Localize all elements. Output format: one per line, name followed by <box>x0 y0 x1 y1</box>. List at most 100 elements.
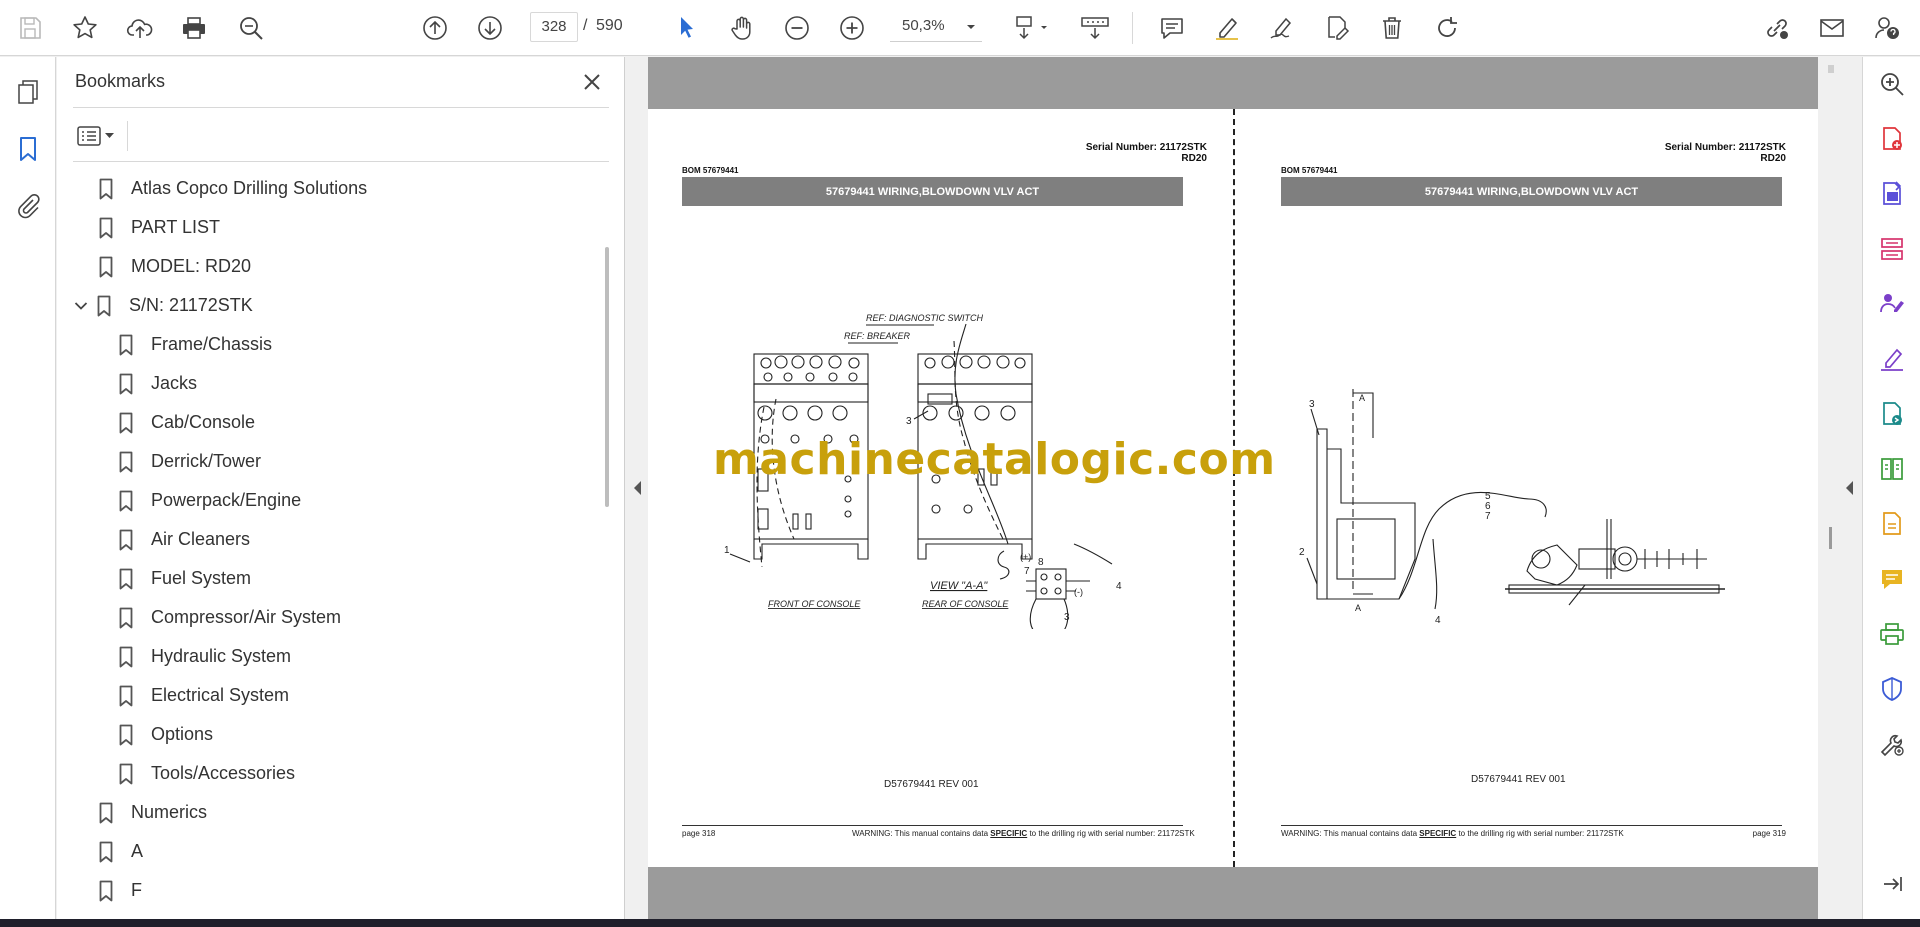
section-title-bar: 57679441 WIRING,BLOWDOWN VLV ACT <box>682 177 1183 206</box>
export-pdf-icon[interactable] <box>1875 177 1909 211</box>
share-link-icon[interactable] <box>1757 8 1797 48</box>
next-page-icon[interactable] <box>470 8 510 48</box>
organize-pages-icon[interactable] <box>1875 232 1909 266</box>
bookmark-item[interactable]: Cab/Console <box>115 403 255 442</box>
bookmark-label: Numerics <box>131 802 208 822</box>
document-viewport[interactable]: Serial Number: 21172STK RD20 BOM 5767944… <box>648 57 1818 919</box>
bookmark-label: Options <box>151 724 214 744</box>
bookmark-label: Fuel System <box>151 568 252 588</box>
create-pdf-icon[interactable] <box>1875 122 1909 156</box>
page-gap-bottom <box>648 867 1818 919</box>
watermark-text: machinecatalogic.com <box>713 434 1276 485</box>
bookmark-icon <box>115 449 137 475</box>
bookmark-icon <box>95 839 117 865</box>
model-label: RD20 <box>1181 153 1207 164</box>
highlight-icon[interactable] <box>1207 8 1247 48</box>
comment-icon[interactable] <box>1152 8 1192 48</box>
hand-tool-icon[interactable] <box>722 8 762 48</box>
bookmark-item[interactable]: Jacks <box>115 364 197 403</box>
page-thumbnails-icon[interactable] <box>8 72 48 112</box>
callout-7: 7 <box>1485 511 1491 522</box>
previous-page-icon[interactable] <box>415 8 455 48</box>
tools-rail <box>1862 57 1920 919</box>
scroll-mode-icon[interactable] <box>1072 8 1118 48</box>
zoom-out-icon[interactable] <box>777 8 817 48</box>
more-tools-icon[interactable] <box>1875 727 1909 761</box>
upload-cloud-icon[interactable] <box>120 8 160 48</box>
bookmark-label: Hydraulic System <box>151 646 292 666</box>
bookmark-item[interactable]: Tools/Accessories <box>115 754 295 793</box>
bookmark-icon <box>115 527 137 553</box>
drawing-number: D57679441 REV 001 <box>884 779 979 790</box>
bookmark-item[interactable]: A <box>95 832 143 871</box>
bookmark-options-button[interactable] <box>75 119 119 153</box>
bookmark-item[interactable]: PART LIST <box>95 208 220 247</box>
document-scrollbar-thumb[interactable] <box>1828 65 1834 73</box>
scroll-grip[interactable] <box>1829 527 1832 549</box>
edit-pdf-icon[interactable] <box>1875 507 1909 541</box>
bookmark-item[interactable]: Numerics <box>95 793 207 832</box>
bookmark-item[interactable]: F <box>95 871 142 910</box>
bookmark-item[interactable]: Powerpack/Engine <box>115 481 301 520</box>
draw-signature-icon[interactable] <box>1262 8 1302 48</box>
star-icon[interactable] <box>65 8 105 48</box>
send-for-review-icon[interactable] <box>1875 397 1909 431</box>
close-icon <box>584 74 600 90</box>
bookmark-item[interactable]: Air Cleaners <box>115 520 250 559</box>
bookmark-icon <box>93 293 115 319</box>
comment-tool-icon[interactable] <box>1875 562 1909 596</box>
close-panel-button[interactable] <box>577 67 607 97</box>
redo-rotate-icon[interactable] <box>1427 8 1467 48</box>
bookmark-item[interactable]: Options <box>115 715 213 754</box>
callout-2: 2 <box>1299 547 1305 558</box>
print-production-icon[interactable] <box>1875 617 1909 651</box>
chevron-down-icon[interactable] <box>71 296 91 316</box>
collapse-right-panel-handle[interactable] <box>1840 476 1860 500</box>
delete-icon[interactable] <box>1372 8 1412 48</box>
zoom-level-dropdown[interactable]: 50,3% <box>890 12 982 42</box>
bookmark-icon <box>95 215 117 241</box>
collapse-tools-icon[interactable] <box>1875 867 1909 901</box>
bookmark-label: PART LIST <box>131 217 221 237</box>
bookmark-icon <box>115 644 137 670</box>
save-icon[interactable] <box>10 8 50 48</box>
zoom-search-icon[interactable] <box>1875 67 1909 101</box>
print-icon[interactable] <box>174 8 214 48</box>
page-fit-icon[interactable] <box>1003 8 1059 48</box>
compare-files-icon[interactable] <box>1875 452 1909 486</box>
bookmark-item[interactable]: Hydraulic System <box>115 637 291 676</box>
bookmark-item[interactable]: Derrick/Tower <box>115 442 261 481</box>
document-scrollbar[interactable] <box>1822 57 1840 919</box>
bookmark-item[interactable]: Fuel System <box>115 559 251 598</box>
zoom-in-icon[interactable] <box>832 8 872 48</box>
bookmark-icon <box>95 800 117 826</box>
bookmark-item[interactable]: Atlas Copco Drilling Solutions <box>95 169 367 208</box>
account-help-icon[interactable] <box>1867 8 1907 48</box>
email-icon[interactable] <box>1812 8 1852 48</box>
bookmark-item[interactable]: Frame/Chassis <box>115 325 272 364</box>
fill-sign-icon[interactable] <box>1875 342 1909 376</box>
zoom-search-icon[interactable] <box>231 8 271 48</box>
bookmark-scrollbar-thumb[interactable] <box>605 247 609 507</box>
callout-4: 4 <box>1435 615 1441 626</box>
bookmark-icon <box>115 488 137 514</box>
footer-warning: WARNING: This manual contains data SPECI… <box>852 829 1195 838</box>
footer-rule <box>682 825 1183 826</box>
panel-divider <box>73 161 609 162</box>
bookmark-item[interactable]: S/N: 21172STK <box>71 286 253 325</box>
page-separator: / <box>583 17 588 34</box>
edit-text-icon[interactable] <box>1317 8 1357 48</box>
protect-shield-icon[interactable] <box>1875 672 1909 706</box>
request-signature-icon[interactable] <box>1875 287 1909 321</box>
bookmark-label: Jacks <box>151 373 198 393</box>
serial-number-label: Serial Number: 21172STK <box>1085 142 1207 153</box>
collapse-left-panel-handle[interactable] <box>628 476 648 500</box>
drawing-number: D57679441 REV 001 <box>1471 774 1566 785</box>
page-number-input[interactable]: 328 <box>530 12 578 42</box>
bookmark-item[interactable]: Compressor/Air System <box>115 598 341 637</box>
select-cursor-icon[interactable] <box>667 8 707 48</box>
attachments-icon[interactable] <box>8 185 48 225</box>
bookmark-item[interactable]: MODEL: RD20 <box>95 247 251 286</box>
bookmark-item[interactable]: Electrical System <box>115 676 289 715</box>
bookmarks-panel-icon[interactable] <box>8 129 48 169</box>
